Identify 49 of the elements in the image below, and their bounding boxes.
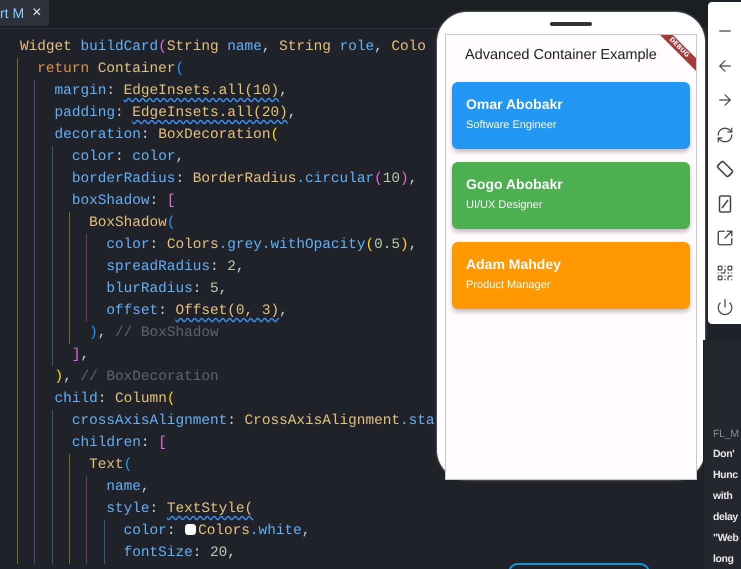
code-line: color: Colors.grey.withOpacity(0.5), [105,237,418,253]
forward-icon[interactable] [716,91,734,109]
person-name: Omar Abobakr [466,96,563,112]
color-swatch[interactable] [185,524,196,535]
code-line: decoration: BoxDecoration( [54,127,280,143]
code-line: ), // BoxDecoration [54,369,219,385]
panel-text-line: Don' [713,447,734,462]
app-title: Advanced Container Example [465,46,657,63]
rotate-device-icon[interactable] [716,160,734,178]
code-line: Widget buildCard(String name, String role, Colo [20,39,426,55]
code-line: spreadRadius: 2, [105,259,245,275]
code-line: child: Column( [54,391,176,407]
panel-text-line: Hunc [713,468,738,483]
code-line: return Container( [36,61,184,77]
person-name: Gogo Abobakr [466,176,563,192]
panel-text-line: delay [713,510,738,525]
panel-heading: FL_M [713,427,739,442]
code-line: padding: EdgeInsets.all(20), [54,105,296,121]
code-line: margin: EdgeInsets.all(10), [54,83,288,99]
code-line: name, [105,479,150,495]
code-line: ], [70,347,90,363]
code-line: BoxShadow( [88,215,176,231]
resize-device-icon[interactable] [716,194,734,212]
code-line: Text( [88,457,132,473]
power-icon[interactable] [716,298,734,316]
qr-code-icon[interactable] [716,264,734,282]
panel-text-line: with [713,489,732,504]
code-line: fontSize: 20, [122,545,236,561]
code-line: borderRadius: BorderRadius.circular(10), [70,171,418,187]
code-line: style: TextStyle( [105,501,254,517]
code-line: boxShadow: [ [70,193,176,209]
refresh-icon[interactable] [716,126,734,144]
panel-text-line: long [713,552,734,567]
person-name: Adam Mahdey [466,256,561,272]
code-line: children: [ [70,435,167,451]
person-role: Product Manager [466,278,550,291]
code-line: color: color, [70,149,184,165]
close-icon[interactable]: × [32,4,42,22]
code-line: offset: Offset(0, 3), [105,303,288,319]
external-link-icon[interactable] [716,229,734,247]
code-line: blurRadius: 5, [105,281,228,297]
editor-tab[interactable]: rt M × [0,0,50,26]
code-line: crossAxisAlignment: CrossAxisAlignment.sta [70,413,435,429]
code-line: ), // BoxShadow [88,325,219,341]
panel-text-line: "Web [713,531,738,546]
code-line: color: Colors.white, [122,523,310,539]
person-role: Software Engineer [466,118,556,131]
speaker-slot [550,22,592,26]
person-role: UI/UX Designer [466,198,542,211]
